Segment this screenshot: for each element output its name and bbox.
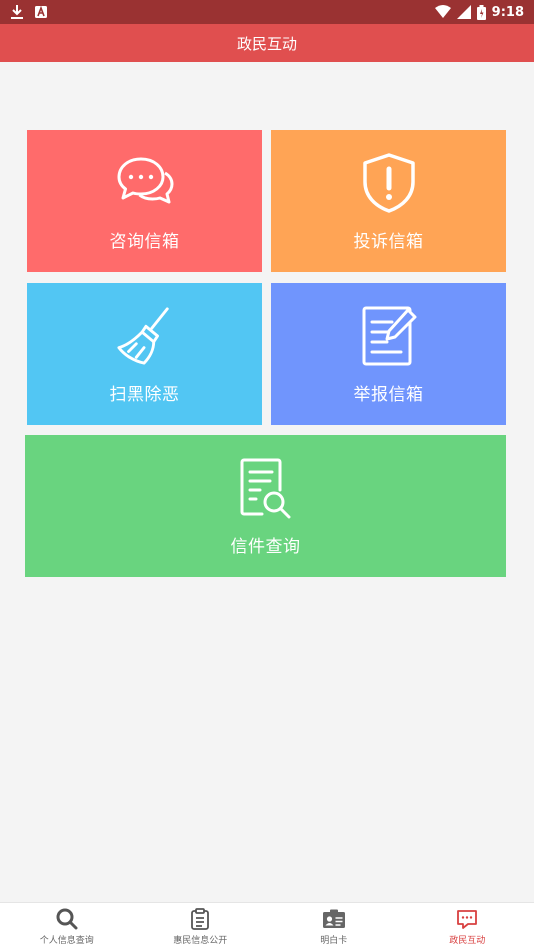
status-right: 9:18	[434, 3, 524, 21]
status-bar: 9:18	[0, 0, 534, 24]
battery-icon	[476, 4, 486, 20]
tile-consult-mailbox[interactable]: 咨询信箱	[27, 130, 262, 272]
nav-label: 明白卡	[320, 936, 348, 946]
page-title: 政民互动	[236, 34, 297, 53]
document-search-icon	[236, 456, 296, 520]
download-icon	[10, 4, 24, 20]
chat-bubbles-icon	[115, 151, 175, 215]
main-content: 咨询信箱 投诉信箱 扫黑除恶 举报信箱 信件查询	[0, 62, 534, 902]
tile-report-mailbox[interactable]: 举报信箱	[271, 283, 506, 425]
nav-item-personal-info-query[interactable]: 个人信息查询	[0, 903, 134, 950]
tile-label: 咨询信箱	[109, 231, 180, 252]
nav-label: 政民互动	[449, 936, 486, 946]
notification-a-icon	[34, 5, 48, 19]
edit-document-icon	[359, 304, 419, 368]
status-time: 9:18	[491, 4, 524, 20]
tile-complaint-mailbox[interactable]: 投诉信箱	[271, 130, 506, 272]
nav-item-gov-interaction[interactable]: 政民互动	[401, 903, 534, 950]
tile-label: 信件查询	[230, 536, 301, 557]
tile-label: 举报信箱	[353, 384, 424, 405]
shield-alert-icon	[359, 151, 419, 215]
signal-icon	[456, 5, 471, 19]
status-left	[10, 3, 48, 21]
wifi-icon	[434, 5, 451, 19]
bottom-nav: 个人信息查询 惠民信息公开 明白卡 政民互动	[0, 902, 534, 950]
nav-item-info-card[interactable]: 明白卡	[267, 903, 401, 950]
tile-label: 投诉信箱	[353, 231, 424, 252]
nav-label: 惠民信息公开	[173, 936, 228, 946]
app-bar: 政民互动	[0, 24, 534, 62]
clipboard-icon	[188, 907, 212, 931]
tile-label: 扫黑除恶	[109, 384, 180, 405]
id-card-icon	[322, 907, 346, 931]
nav-item-public-info[interactable]: 惠民信息公开	[134, 903, 268, 950]
tile-letter-query[interactable]: 信件查询	[25, 435, 506, 577]
search-icon	[55, 907, 79, 931]
broom-icon	[115, 304, 175, 368]
chat-icon	[455, 907, 479, 931]
nav-label: 个人信息查询	[39, 936, 94, 946]
tile-anti-crime[interactable]: 扫黑除恶	[27, 283, 262, 425]
